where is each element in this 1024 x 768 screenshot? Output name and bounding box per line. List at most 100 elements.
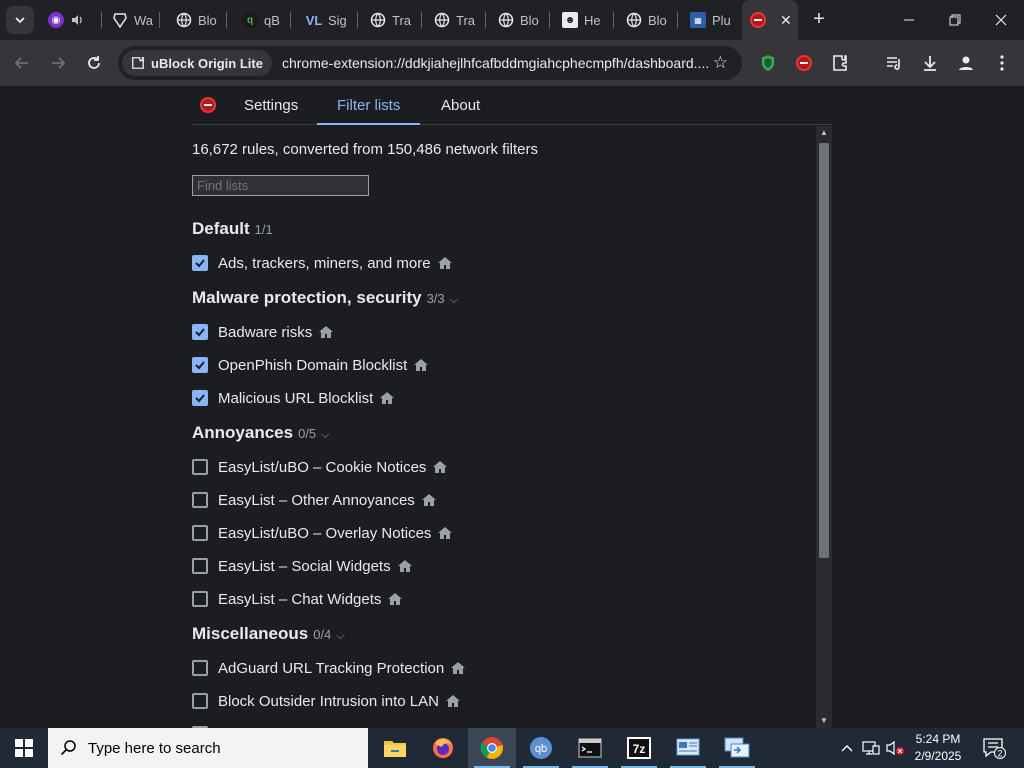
action-center-button[interactable]: 2 — [978, 728, 1010, 768]
tab-about[interactable]: About — [439, 86, 482, 125]
network-tray-icon[interactable] — [860, 728, 882, 768]
group-header-miscellaneous[interactable]: Miscellaneous 0/4 ⌵ — [192, 624, 345, 644]
home-icon[interactable] — [413, 357, 429, 373]
browser-tab[interactable]: ◉ — [40, 6, 100, 34]
chevron-down-icon[interactable]: ⌵ — [450, 294, 458, 307]
tab-separator — [290, 12, 291, 28]
minimize-button[interactable] — [886, 6, 932, 34]
start-button[interactable] — [0, 728, 48, 768]
close-tab-icon[interactable]: ✕ — [780, 12, 792, 29]
chevron-down-icon[interactable]: ⌵ — [336, 630, 344, 643]
list-item[interactable]: AdGuard URL Tracking Protection — [192, 658, 466, 678]
taskbar-search-box[interactable]: Type here to search — [48, 728, 368, 768]
group-title: Malware protection, security — [192, 288, 422, 307]
page-scrollbar[interactable]: ▲ ▼ — [816, 126, 832, 728]
checkbox-unchecked[interactable] — [192, 591, 208, 607]
group-header-malware[interactable]: Malware protection, security 3/3 ⌵ — [192, 288, 458, 308]
new-tab-button[interactable]: + — [808, 8, 830, 30]
taskbar-app-7zip[interactable]: 7z — [615, 728, 663, 768]
list-item[interactable]: Ads, trackers, miners, and more — [192, 253, 453, 273]
forward-button[interactable] — [44, 49, 72, 77]
taskbar-app-firefox[interactable] — [419, 728, 467, 768]
browser-tab[interactable]: Blo — [168, 6, 222, 34]
media-control-icon[interactable] — [883, 52, 905, 74]
taskbar-app-file-explorer[interactable] — [371, 728, 419, 768]
home-icon[interactable] — [387, 591, 403, 607]
volume-tray-icon[interactable] — [884, 728, 906, 768]
downloads-icon[interactable] — [919, 52, 941, 74]
browser-tab[interactable]: ☻ He — [554, 6, 610, 34]
scroll-up-arrow-icon[interactable]: ▲ — [816, 126, 832, 140]
browser-tab[interactable]: Wa — [104, 6, 158, 34]
list-item[interactable]: EasyList/uBO – Overlay Notices — [192, 523, 453, 543]
checkbox-checked[interactable] — [192, 255, 208, 271]
browser-tab[interactable]: VL Sig — [298, 6, 354, 34]
tab-search-button[interactable] — [6, 6, 34, 34]
list-item[interactable]: Badware risks — [192, 322, 334, 342]
shield-extension-icon[interactable] — [757, 52, 779, 74]
restore-button[interactable] — [932, 6, 978, 34]
tab-separator — [613, 12, 614, 28]
browser-tab[interactable]: Tra — [362, 6, 418, 34]
home-icon[interactable] — [437, 525, 453, 541]
show-hidden-icons-button[interactable] — [836, 728, 858, 768]
tab-settings[interactable]: Settings — [242, 86, 300, 125]
checkbox-unchecked[interactable] — [192, 660, 208, 676]
address-bar[interactable]: uBlock Origin Lite chrome-extension://dd… — [118, 46, 742, 80]
list-item[interactable]: EasyList/uBO – Cookie Notices — [192, 457, 448, 477]
scrollbar-thumb[interactable] — [819, 143, 829, 558]
profile-icon[interactable] — [955, 52, 977, 74]
home-icon[interactable] — [450, 660, 466, 676]
checkbox-unchecked[interactable] — [192, 558, 208, 574]
find-lists-input[interactable] — [192, 175, 369, 196]
browser-tab[interactable]: ▦ Plu — [682, 6, 740, 34]
browser-tab[interactable]: Tra — [426, 6, 482, 34]
chevron-down-icon[interactable]: ⌵ — [321, 429, 329, 442]
taskbar-app-remote-desktop[interactable] — [713, 728, 761, 768]
back-button[interactable] — [8, 49, 36, 77]
home-icon[interactable] — [397, 558, 413, 574]
home-icon[interactable] — [432, 459, 448, 475]
reload-button[interactable] — [80, 49, 108, 77]
home-icon[interactable] — [379, 390, 395, 406]
browser-tab-active[interactable]: ✕ — [742, 0, 798, 40]
group-header-default[interactable]: Default 1/1 — [192, 219, 273, 239]
menu-kebab-icon[interactable] — [991, 52, 1013, 74]
home-icon[interactable] — [445, 693, 461, 709]
taskbar-app-control-panel[interactable] — [664, 728, 712, 768]
checkbox-unchecked[interactable] — [192, 693, 208, 709]
taskbar-clock[interactable]: 5:24 PM 2/9/2025 — [908, 731, 968, 765]
list-item[interactable]: EasyList – Social Widgets — [192, 556, 413, 576]
extension-origin-chip[interactable]: uBlock Origin Lite — [122, 50, 272, 76]
group-count: 1/1 — [254, 222, 273, 237]
speaker-icon — [72, 15, 82, 25]
list-item[interactable]: Malicious URL Blocklist — [192, 388, 395, 408]
tab-filter-lists[interactable]: Filter lists — [317, 86, 421, 125]
browser-tab[interactable]: q qB — [234, 6, 288, 34]
list-item[interactable]: EasyList – Other Annoyances — [192, 490, 437, 510]
extensions-puzzle-icon[interactable] — [829, 52, 851, 74]
checkbox-checked[interactable] — [192, 357, 208, 373]
close-window-button[interactable] — [978, 6, 1024, 34]
checkbox-checked[interactable] — [192, 324, 208, 340]
list-item[interactable]: Block Outsider Intrusion into LAN — [192, 691, 461, 711]
home-icon[interactable] — [318, 324, 334, 340]
scroll-down-arrow-icon[interactable]: ▼ — [816, 714, 832, 728]
taskbar-app-chrome[interactable] — [468, 728, 516, 768]
checkbox-unchecked[interactable] — [192, 492, 208, 508]
browser-tab[interactable]: Blo — [490, 6, 546, 34]
home-icon[interactable] — [421, 492, 437, 508]
list-item[interactable]: EasyList – Chat Widgets — [192, 589, 403, 609]
taskbar-app-qbittorrent[interactable]: qb — [517, 728, 565, 768]
bookmark-star-icon[interactable]: ☆ — [713, 53, 728, 73]
home-icon[interactable] — [437, 255, 453, 271]
group-header-annoyances[interactable]: Annoyances 0/5 ⌵ — [192, 423, 330, 443]
browser-tab[interactable]: Blo — [618, 6, 674, 34]
checkbox-unchecked[interactable] — [192, 525, 208, 541]
checkbox-unchecked[interactable] — [192, 459, 208, 475]
ublock-extension-icon[interactable] — [793, 52, 815, 74]
list-item[interactable]: OpenPhish Domain Blocklist — [192, 355, 429, 375]
taskbar-app-terminal[interactable] — [566, 728, 614, 768]
tab-separator — [421, 12, 422, 28]
checkbox-checked[interactable] — [192, 390, 208, 406]
